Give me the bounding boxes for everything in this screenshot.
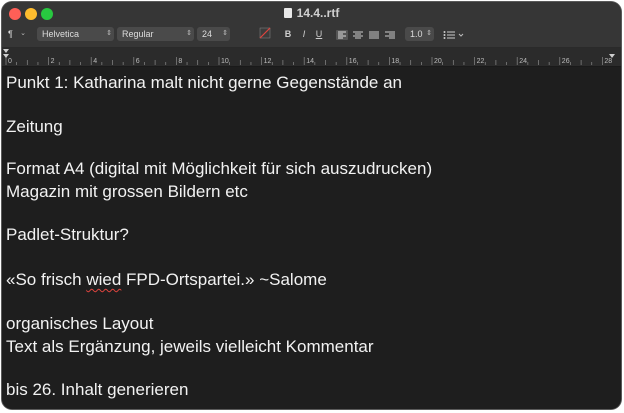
typeface-dropdown[interactable]: Regular ⇕	[117, 27, 194, 41]
document-line: «So frisch wied FPD-Ortspartei.» ~Salome	[6, 270, 327, 290]
updown-arrows-icon: ⇕	[222, 30, 228, 37]
ruler-label: 0	[8, 58, 12, 65]
updown-arrows-icon: ⇕	[186, 30, 192, 37]
ruler-label: 26	[562, 58, 570, 65]
document-text-area[interactable]: Punkt 1: Katharina malt nicht gerne Gege…	[2, 67, 621, 409]
document-line: Format A4 (digital mit Möglichkeit für s…	[6, 159, 433, 178]
document-line: Zeitung	[6, 117, 63, 136]
ruler-label: 18	[391, 58, 399, 65]
ruler-label: 14	[306, 58, 314, 65]
bold-button[interactable]: B	[282, 27, 294, 41]
underline-button[interactable]: U	[313, 27, 325, 41]
ruler-label: 2	[51, 58, 55, 65]
text-run: FPD-Ortspartei.» ~Salome	[121, 270, 327, 289]
updown-arrows-icon: ⇕	[106, 30, 112, 37]
bold-label: B	[284, 29, 292, 39]
ruler-label: 28	[604, 58, 612, 65]
ruler-label: 20	[434, 58, 442, 65]
ruler-label: 22	[477, 58, 485, 65]
document-line: Padlet-Struktur?	[6, 225, 129, 244]
document-line: Magazin mit grossen Bildern etc	[6, 182, 248, 201]
justify-button[interactable]	[368, 30, 382, 44]
list-bullets-dropdown[interactable]	[443, 30, 465, 44]
line-spacing-dropdown[interactable]: 1.0 ⇕	[405, 27, 434, 41]
title-bar: 14.4..rtf	[2, 2, 621, 22]
misspelled-word[interactable]: wied	[86, 270, 121, 289]
window-title: 14.4..rtf	[2, 6, 621, 20]
align-right-button[interactable]	[384, 30, 398, 44]
chevron-down-icon: ⌄	[20, 30, 26, 37]
document-line: bis 26. Inhalt generieren	[6, 380, 189, 399]
font-size-value: 24	[202, 29, 213, 39]
ruler-label: 10	[221, 58, 229, 65]
format-toolbar: ¶ ⌄ Helvetica ⇕ Regular ⇕ 24 ⇕ B I U 1.0…	[2, 22, 621, 59]
align-left-icon	[336, 30, 348, 40]
typeface-value: Regular	[122, 29, 154, 39]
document-line: Text als Ergänzung, jeweils vielleicht K…	[6, 337, 374, 356]
italic-label: I	[302, 29, 306, 39]
italic-button[interactable]: I	[298, 27, 310, 41]
ruler[interactable]: 0 2 4 6 8 10 12 14 16 18 20 22 24 26 28	[2, 48, 621, 67]
ruler-label: 8	[178, 58, 182, 65]
font-family-value: Helvetica	[42, 29, 80, 39]
updown-arrows-icon: ⇕	[426, 30, 432, 37]
ruler-label: 16	[349, 58, 357, 65]
document-line: organisches Layout	[6, 314, 154, 333]
justify-icon	[369, 31, 379, 39]
ruler-label: 24	[519, 58, 527, 65]
ruler-label: 6	[136, 58, 140, 65]
underline-label: U	[315, 29, 323, 39]
paragraph-style-label: ¶	[8, 29, 13, 39]
align-left-button[interactable]	[336, 30, 350, 44]
document-line: Punkt 1: Katharina malt nicht gerne Gege…	[6, 73, 402, 92]
paragraph-style-dropdown[interactable]: ¶ ⌄	[8, 27, 28, 41]
align-right-icon	[385, 31, 395, 39]
no-color-icon	[259, 27, 271, 39]
font-family-dropdown[interactable]: Helvetica ⇕	[37, 27, 114, 41]
document-icon	[283, 8, 292, 18]
text-run: «So frisch	[6, 270, 87, 289]
ruler-scale: 0 2 4 6 8 10 12 14 16 18 20 22 24 26 28	[3, 49, 615, 65]
window-title-text: 14.4..rtf	[296, 6, 340, 20]
textedit-window: 14.4..rtf ¶ ⌄ Helvetica ⇕ Regular ⇕ 24 ⇕	[2, 2, 621, 409]
align-center-button[interactable]	[352, 30, 366, 44]
highlight-color-button[interactable]	[258, 27, 272, 41]
line-spacing-value: 1.0	[410, 29, 423, 39]
align-center-icon	[353, 31, 363, 39]
first-line-indent-marker[interactable]	[3, 49, 9, 53]
ruler-label: 4	[93, 58, 97, 65]
ruler-label: 12	[264, 58, 272, 65]
bullet-list-icon	[443, 31, 464, 39]
font-size-field[interactable]: 24 ⇕	[197, 27, 230, 41]
